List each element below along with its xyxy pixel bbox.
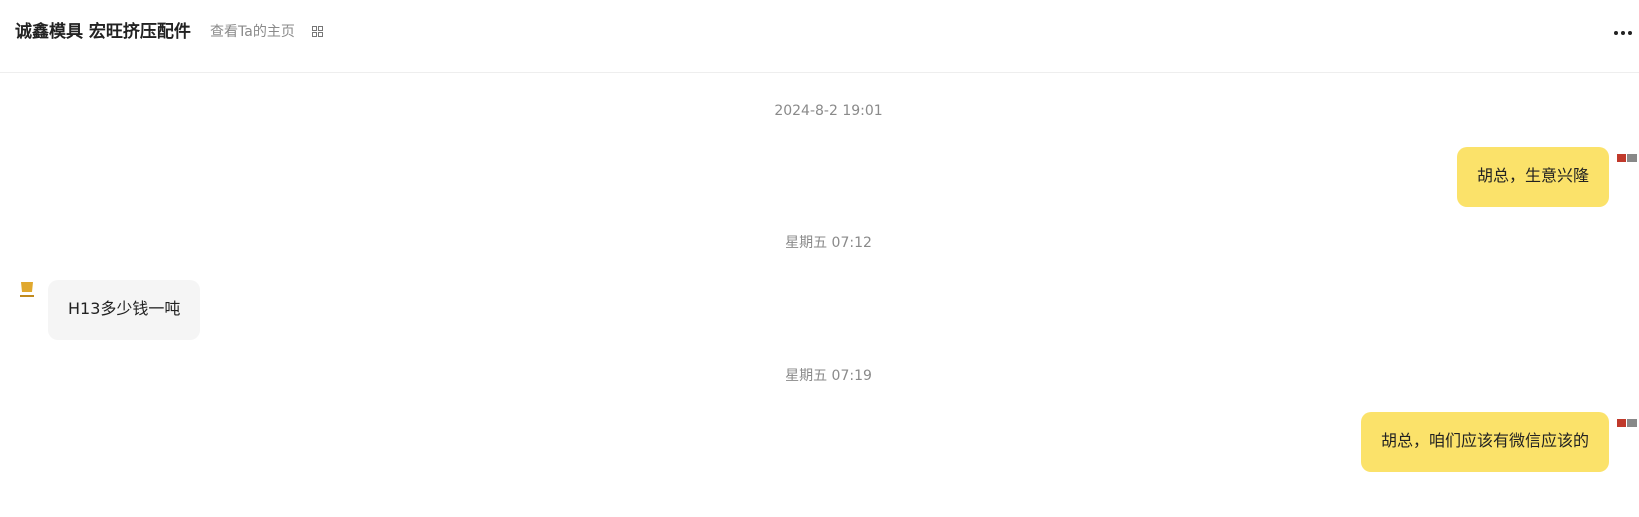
- qr-code-icon[interactable]: [312, 26, 323, 37]
- message-bubble-theirs[interactable]: H13多少钱一吨: [48, 280, 201, 340]
- message-timestamp: 2024-8-2 19:01: [774, 103, 883, 119]
- chat-header: 诚鑫模具 宏旺挤压配件 查看Ta的主页: [0, 0, 1639, 73]
- avatar[interactable]: [18, 280, 36, 300]
- more-horizontal-icon[interactable]: [1614, 24, 1632, 42]
- avatar[interactable]: [1617, 153, 1637, 163]
- message-timestamp: 星期五 07:12: [785, 235, 872, 251]
- view-profile-link[interactable]: 查看Ta的主页: [210, 22, 295, 42]
- chat-title: 诚鑫模具 宏旺挤压配件: [15, 22, 191, 42]
- message-timestamp: 星期五 07:19: [785, 368, 872, 384]
- avatar[interactable]: [1617, 418, 1637, 428]
- message-bubble-mine[interactable]: 胡总，生意兴隆: [1456, 147, 1609, 207]
- message-bubble-mine[interactable]: 胡总，咱们应该有微信应该的: [1360, 412, 1609, 472]
